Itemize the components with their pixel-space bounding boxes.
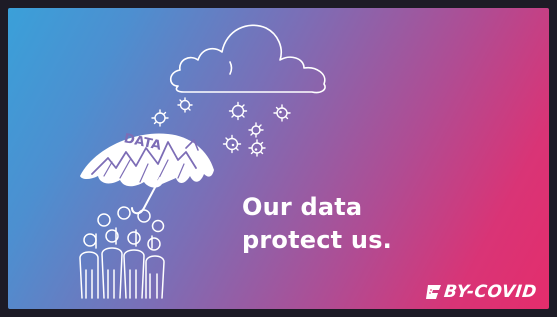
logo-mark-icon: [426, 285, 441, 299]
illustration: DATA: [79, 24, 326, 299]
headline-line-2: protect us.: [242, 226, 392, 254]
logo-text: BY-COVID: [442, 282, 538, 302]
cloud-icon: [169, 24, 326, 94]
page-frame: DATA Our data protect us. BY-COVID: [0, 0, 557, 317]
headline: Our data protect us.: [242, 191, 392, 257]
people-group-icon: [79, 206, 165, 299]
banner-card: DATA Our data protect us. BY-COVID: [8, 8, 549, 309]
by-covid-logo: BY-COVID: [426, 281, 538, 303]
headline-line-1: Our data: [242, 193, 363, 221]
